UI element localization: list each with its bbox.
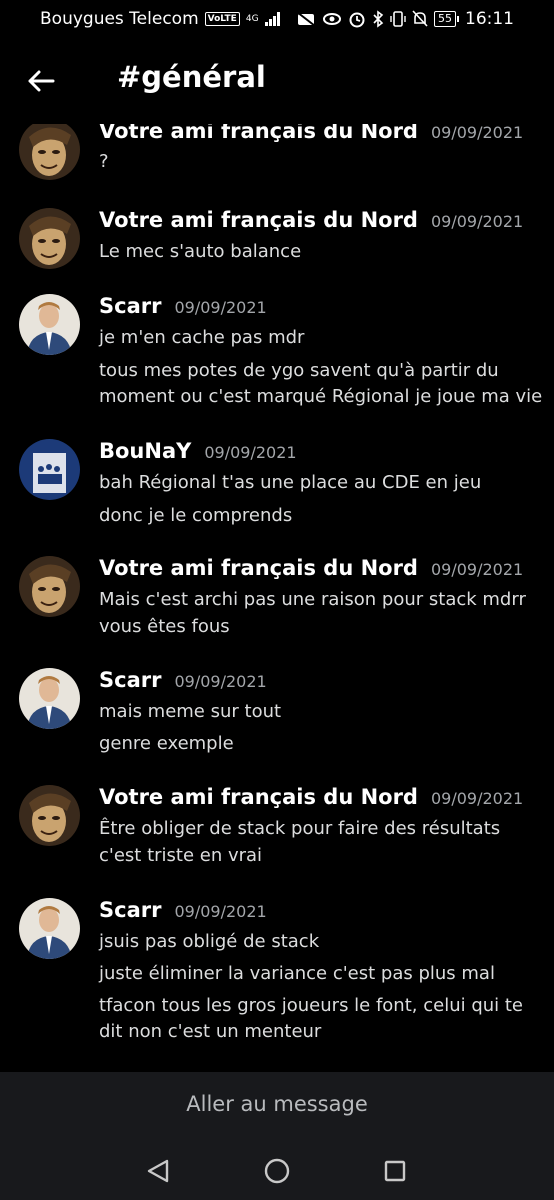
- avatar[interactable]: [19, 294, 80, 355]
- network-type-icon: 4G: [245, 13, 259, 24]
- timestamp: 09/09/2021: [430, 789, 524, 808]
- timestamp: 09/09/2021: [174, 902, 267, 921]
- battery-level: 55: [434, 11, 456, 27]
- timestamp: 09/09/2021: [430, 560, 524, 579]
- message-text: vous êtes fous: [99, 616, 230, 637]
- avatar[interactable]: [19, 785, 80, 846]
- system-nav-bar: [0, 1156, 554, 1186]
- eye-icon: [323, 13, 341, 25]
- timestamp: 09/09/2021: [174, 672, 267, 691]
- suit-avatar-icon: [19, 898, 80, 959]
- author-name[interactable]: Scarr: [99, 898, 161, 922]
- nav-home-button[interactable]: [262, 1156, 292, 1186]
- message-text: c'est triste en vrai: [99, 845, 263, 866]
- team-avatar-icon: [19, 439, 80, 500]
- message-text: Mais c'est archi pas une raison pour sta…: [99, 589, 526, 610]
- battery-icon: 55: [434, 11, 459, 27]
- vibrate-icon: [390, 11, 406, 27]
- author-name[interactable]: Votre ami français du Nord: [99, 785, 418, 809]
- message-text: bah Régional t'as une place au CDE en je…: [99, 472, 482, 493]
- message-text: je m'en cache pas mdr: [99, 327, 305, 348]
- message-text: juste éliminer la variance c'est pas plu…: [99, 963, 495, 984]
- mute-icon: [412, 10, 428, 27]
- anime-avatar-icon: [19, 556, 80, 617]
- status-right: 55 16:11: [296, 9, 514, 29]
- message-text: tfacon tous les gros joueurs le font, ce…: [99, 995, 524, 1016]
- anime-avatar-icon: [19, 785, 80, 846]
- suit-avatar-icon: [19, 668, 80, 729]
- author-name[interactable]: Votre ami français du Nord: [99, 556, 418, 580]
- back-button[interactable]: [26, 66, 56, 96]
- nav-back-button[interactable]: [143, 1156, 173, 1186]
- timestamp: 09/09/2021: [174, 298, 267, 317]
- message-text: moment ou c'est marqué Régional je joue …: [99, 386, 543, 407]
- alarm-icon: [349, 12, 365, 28]
- message-list[interactable]: Votre ami français du Nord 09/09/2021 ? …: [0, 124, 554, 1072]
- message-text: donc je le comprends: [99, 505, 293, 526]
- message-text: mais meme sur tout: [99, 701, 282, 722]
- bottom-bar: Aller au message: [0, 1072, 554, 1200]
- avatar[interactable]: [19, 898, 80, 959]
- triangle-back-icon: [147, 1159, 169, 1183]
- back-arrow-icon: [28, 70, 55, 92]
- timestamp: 09/09/2021: [430, 212, 524, 231]
- clock: 16:11: [465, 9, 514, 29]
- message-text: jsuis pas obligé de stack: [99, 931, 320, 952]
- author-name[interactable]: BouNaY: [99, 439, 191, 463]
- volte-icon: VoLTE: [204, 12, 240, 26]
- message-text: tous mes potes de ygo savent qu'à partir…: [99, 360, 499, 381]
- avatar[interactable]: [19, 124, 80, 180]
- suit-avatar-icon: [19, 294, 80, 355]
- status-left: Bouygues Telecom VoLTE 4G: [40, 9, 281, 29]
- channel-title: #général: [117, 60, 266, 94]
- bluetooth-icon: [373, 10, 384, 28]
- jump-to-message-button[interactable]: Aller au message: [0, 1092, 554, 1116]
- author-name[interactable]: Votre ami français du Nord: [99, 208, 418, 232]
- carrier-name: Bouygues Telecom: [40, 9, 199, 29]
- message-text: dit non c'est un menteur: [99, 1021, 322, 1042]
- channel-header: #général: [0, 38, 554, 124]
- author-name[interactable]: Scarr: [99, 668, 161, 692]
- avatar[interactable]: [19, 668, 80, 729]
- author-name[interactable]: Scarr: [99, 294, 161, 318]
- status-bar: Bouygues Telecom VoLTE 4G 55 16:11: [0, 0, 554, 38]
- message-text: ?: [99, 151, 109, 172]
- timestamp: 09/09/2021: [430, 124, 524, 142]
- nav-recents-button[interactable]: [380, 1156, 410, 1186]
- anime-avatar-icon: [19, 124, 80, 180]
- avatar[interactable]: [19, 208, 80, 269]
- circle-home-icon: [264, 1158, 290, 1184]
- camera-off-icon: [296, 11, 316, 27]
- author-name[interactable]: Votre ami français du Nord: [99, 124, 418, 143]
- square-recents-icon: [384, 1160, 406, 1182]
- message-text: genre exemple: [99, 733, 234, 754]
- anime-avatar-icon: [19, 208, 80, 269]
- timestamp: 09/09/2021: [204, 443, 297, 462]
- message-text: Être obliger de stack pour faire des rés…: [99, 818, 501, 839]
- avatar[interactable]: [19, 556, 80, 617]
- avatar[interactable]: [19, 439, 80, 500]
- signal-icon: [264, 12, 280, 26]
- message-text: Le mec s'auto balance: [99, 241, 302, 262]
